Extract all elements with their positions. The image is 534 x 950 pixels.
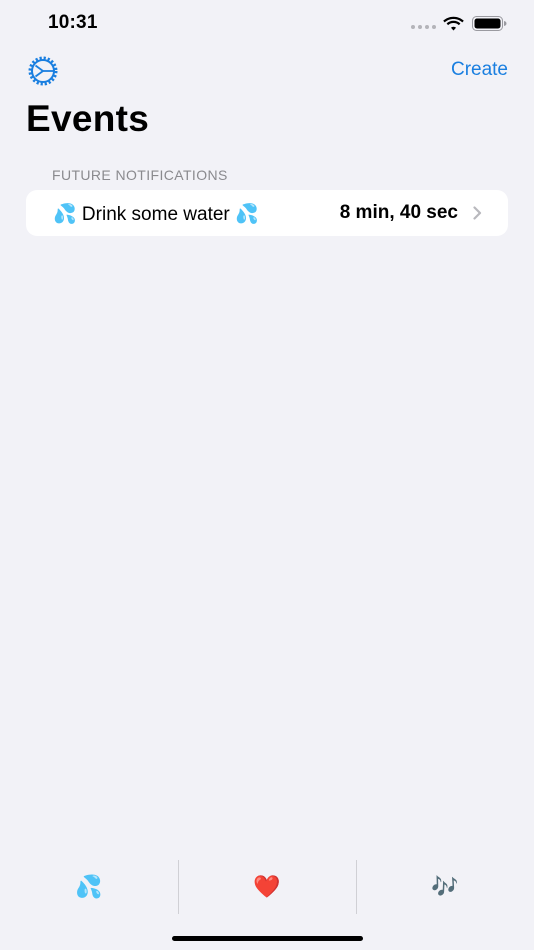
wifi-icon (443, 16, 464, 31)
status-bar: 10:31 (0, 0, 534, 48)
event-time-remaining: 8 min, 40 sec (339, 202, 458, 223)
tab-music[interactable]: 🎶 (356, 860, 534, 914)
status-time: 10:31 (48, 12, 98, 33)
settings-button[interactable] (27, 56, 59, 86)
cellular-signal-icon (411, 25, 436, 29)
battery-icon (472, 16, 507, 31)
page-title: Events (26, 98, 150, 139)
create-button[interactable]: Create (451, 59, 508, 81)
tab-heart[interactable]: ❤️ (178, 860, 356, 914)
event-name: 💦 Drink some water 💦 (53, 204, 259, 225)
chevron-right-icon (473, 206, 482, 220)
home-indicator[interactable] (172, 936, 363, 941)
tab-bar: 💦 ❤️ 🎶 (0, 860, 534, 914)
tab-divider (178, 860, 179, 914)
tab-divider (356, 860, 357, 914)
section-header: FUTURE NOTIFICATIONS (52, 167, 228, 183)
screen: 10:31 Create Events FUTURE NOTIFICATIONS… (0, 0, 534, 950)
list-item-event[interactable]: 💦 Drink some water 💦 8 min, 40 sec (26, 190, 508, 236)
gear-icon (28, 56, 58, 86)
tab-water[interactable]: 💦 (0, 860, 178, 914)
